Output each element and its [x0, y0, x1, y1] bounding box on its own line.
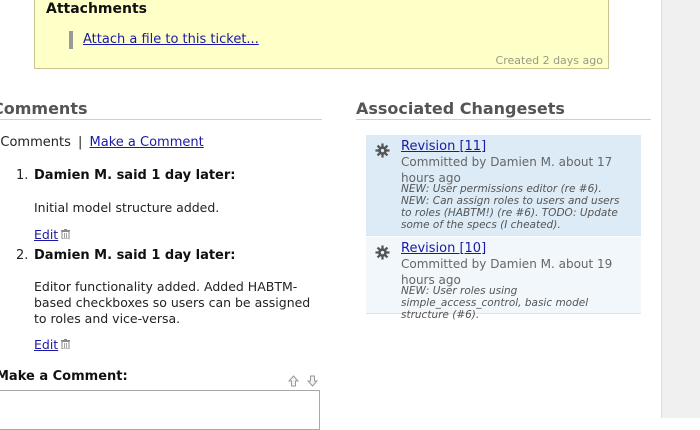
changesets-heading: Associated Changesets	[356, 99, 651, 120]
comment-number: 1.	[16, 168, 29, 183]
attachment-bar	[69, 31, 73, 49]
right-sidebar-column	[661, 0, 700, 418]
comments-count: 2 Comments	[0, 135, 71, 150]
comment-body: Editor functionality added. Added HABTM-…	[34, 279, 311, 326]
edit-comment-link[interactable]: Edit	[34, 337, 58, 352]
comment-number: 2.	[16, 248, 29, 263]
arrow-up-icon[interactable]	[287, 372, 300, 391]
changeset-description: NEW: User roles using simple_access_cont…	[401, 285, 589, 321]
make-comment-title: Make a Comment:	[0, 369, 128, 384]
changeset-meta: Committed by Damien M. about 19 hours ag…	[401, 257, 613, 287]
created-timestamp: Created 2 days ago	[495, 54, 603, 67]
resize-controls	[287, 372, 321, 391]
trash-icon[interactable]	[61, 229, 70, 239]
trash-icon[interactable]	[61, 339, 70, 349]
attachments-panel: Attachments Attach a file to this ticket…	[34, 0, 609, 69]
attachments-title: Attachments	[46, 1, 148, 17]
comment-header: Damien M. said 1 day later:	[34, 248, 236, 263]
revision-link[interactable]: Revision [11]	[401, 139, 486, 154]
separator: |	[78, 135, 83, 150]
comment-header: Damien M. said 1 day later:	[34, 168, 236, 183]
comment-textarea[interactable]	[0, 390, 320, 430]
arrow-down-icon[interactable]	[306, 372, 319, 391]
make-comment-link[interactable]: Make a Comment	[90, 135, 204, 150]
changeset-meta: Committed by Damien M. about 17 hours ag…	[401, 155, 613, 185]
changeset-item: Revision [10] Committed by Damien M. abo…	[366, 237, 641, 321]
changeset-description: NEW: User permissions editor (re #6). NE…	[401, 183, 620, 231]
edit-comment-link[interactable]: Edit	[34, 227, 58, 242]
gear-icon	[375, 245, 390, 264]
comment-body: Initial model structure added.	[34, 200, 220, 215]
comments-count-row: 2 Comments | Make a Comment	[0, 135, 204, 150]
comments-heading: Comments	[0, 99, 322, 120]
changeset-item: Revision [11] Committed by Damien M. abo…	[366, 135, 641, 236]
revision-link[interactable]: Revision [10]	[401, 241, 486, 256]
attach-file-link[interactable]: Attach a file to this ticket...	[83, 32, 259, 47]
gear-icon	[375, 143, 390, 162]
